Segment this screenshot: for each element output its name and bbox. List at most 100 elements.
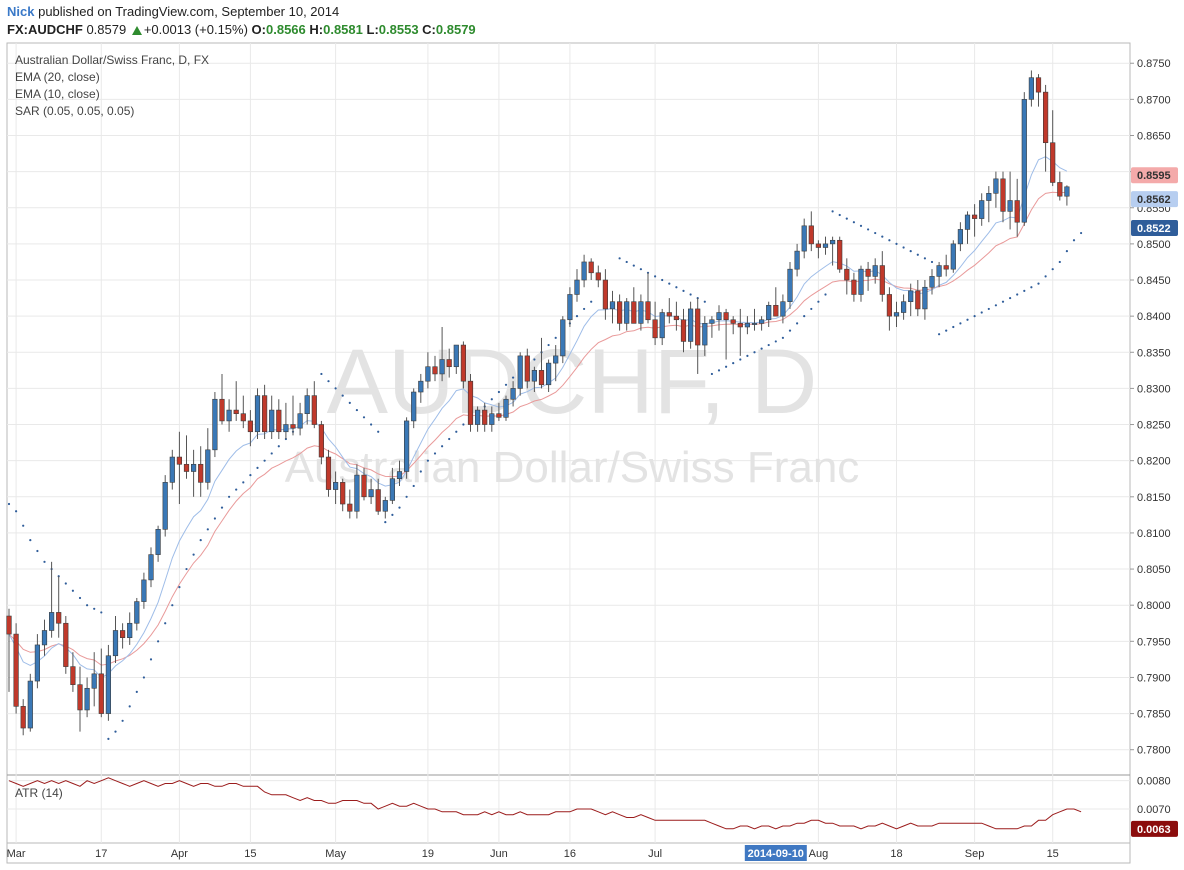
candle	[254, 388, 261, 439]
candle	[687, 301, 694, 349]
legend-sar[interactable]: SAR (0.05, 0.05, 0.05)	[15, 104, 134, 118]
candle	[609, 290, 616, 324]
candle-body	[716, 312, 722, 321]
candle	[13, 623, 19, 714]
y-tick-label: 0.8350	[1137, 347, 1171, 359]
y-tick-label: 0.7800	[1137, 745, 1171, 757]
candle	[148, 547, 154, 588]
candle	[112, 616, 119, 663]
sar-dot	[490, 398, 493, 401]
sar-dot	[107, 737, 110, 740]
price-badge-2-text: 0.8522	[1137, 223, 1171, 235]
candle-body	[446, 359, 452, 368]
candle-body	[723, 312, 729, 321]
legend-title[interactable]: Australian Dollar/Swiss Franc, D, FX	[15, 53, 209, 67]
y-tick-label: 0.7900	[1137, 672, 1171, 684]
sar-dot	[377, 430, 380, 433]
candle-body	[403, 420, 410, 472]
legend-atr[interactable]: ATR (14)	[15, 786, 63, 800]
candle-body	[347, 503, 353, 512]
candle	[134, 597, 140, 631]
sar-dot	[426, 459, 429, 462]
sar-dot	[370, 423, 373, 426]
candle	[77, 666, 83, 732]
sar-dot	[817, 300, 820, 303]
sar-dot	[959, 322, 962, 325]
sar-dot	[327, 380, 330, 383]
y-tick-label: 0.8750	[1137, 58, 1171, 70]
candle-body	[283, 424, 289, 433]
y-tick-label: 0.8150	[1137, 492, 1171, 504]
candle	[460, 341, 467, 389]
sar-dot	[852, 221, 856, 224]
sar-dot	[583, 307, 586, 311]
candle-body	[148, 554, 154, 581]
candle-body	[1021, 99, 1027, 223]
x-tick-label: Apr	[171, 848, 188, 860]
sar-dot	[277, 445, 280, 448]
sar-dot	[824, 293, 827, 296]
candle-body	[1028, 77, 1034, 100]
sar-dot	[930, 260, 934, 264]
watermark: AUDCHF, D Australian Dollar/Swiss Franc	[285, 331, 860, 492]
x-tick-label: 19	[422, 848, 434, 860]
sar-dot	[398, 506, 401, 509]
candle	[1050, 110, 1056, 187]
price-chart[interactable]: AUDCHF, D Australian Dollar/Swiss Franc …	[0, 0, 1184, 870]
sar-dot	[625, 260, 628, 264]
sar-dot	[796, 322, 799, 325]
candle-body	[844, 268, 850, 281]
sar-dot	[1044, 275, 1047, 278]
sar-dot	[1001, 300, 1005, 303]
x-tick-label: 18	[890, 848, 902, 860]
candle	[581, 254, 587, 288]
candle	[751, 308, 758, 331]
legend-ema20[interactable]: EMA (20, close)	[15, 70, 100, 84]
atr-tick-label: 0.0080	[1137, 776, 1171, 788]
sar-dot	[341, 394, 344, 397]
candle-body	[332, 482, 339, 490]
y-tick-label: 0.8200	[1137, 456, 1171, 468]
candle-body	[915, 290, 921, 310]
candle-body	[893, 312, 900, 317]
candle	[27, 673, 33, 732]
price-badge-1-text: 0.8562	[1137, 194, 1171, 206]
candle-body	[829, 239, 836, 245]
candle	[162, 475, 168, 537]
candle-body	[418, 380, 424, 393]
sar-dot	[348, 401, 351, 404]
candle-body	[687, 308, 694, 342]
candle	[48, 561, 55, 638]
sar-dot	[717, 369, 721, 372]
candle-body	[624, 301, 630, 324]
candle-body	[666, 312, 672, 317]
sar-dot	[867, 228, 870, 231]
candle-body	[971, 214, 978, 219]
candle-body	[6, 615, 12, 635]
candle	[34, 634, 40, 689]
sar-dot	[1016, 293, 1019, 296]
atr-badge-text: 0.0063	[1137, 824, 1171, 836]
candle-body	[269, 409, 275, 433]
price-badge-0-text: 0.8595	[1137, 170, 1171, 182]
candle-body	[439, 359, 445, 375]
candle-body	[1043, 91, 1049, 144]
sar-dot	[1080, 231, 1083, 235]
candle-body	[1000, 178, 1006, 212]
cursor-date-label: 2014-09-10	[744, 845, 807, 861]
candle-body	[602, 279, 608, 310]
sar-dot	[575, 315, 579, 318]
legend-ema10[interactable]: EMA (10, close)	[15, 87, 100, 101]
candle-body	[254, 395, 261, 433]
sar-dot	[256, 466, 259, 469]
candle-body	[524, 355, 530, 382]
candle-body	[702, 323, 708, 346]
candle-body	[950, 243, 956, 270]
candle-body	[936, 265, 942, 277]
candle-body	[858, 268, 864, 295]
candle-body	[496, 413, 502, 418]
candle	[815, 240, 821, 259]
y-tick-label: 0.8700	[1137, 94, 1171, 106]
candle-body	[290, 424, 296, 429]
sar-dot	[391, 513, 394, 516]
